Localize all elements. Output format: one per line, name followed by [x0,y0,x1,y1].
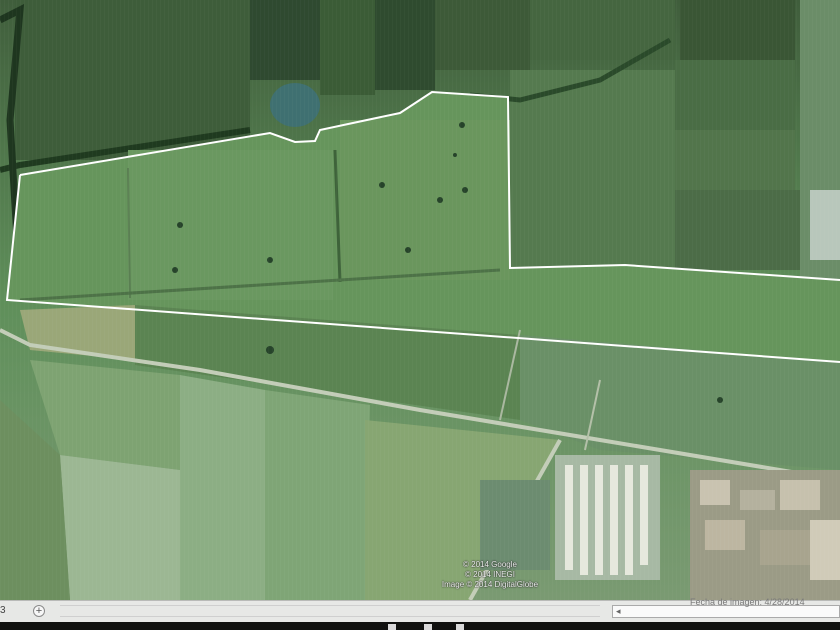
screen-texture [0,0,840,600]
credit-line: Image © 2014 DigitalGlobe [441,580,539,589]
scroll-left-icon[interactable]: ◂ [616,606,621,617]
screenshot: © 2014 Google © 2014 INEGI Image © 2014 … [0,0,840,630]
scroll-track[interactable] [60,605,600,617]
credit-line: © 2014 Google [463,560,517,569]
imagery-credits: © 2014 Google © 2014 INEGI Image © 2014 … [430,560,550,590]
credit-line: © 2014 INEGI [465,570,515,579]
status-text: Fecha de imagen: 4/28/2014 [690,597,805,607]
page-number: 3 [0,605,6,616]
taskbar-icon[interactable] [388,624,396,630]
taskbar [0,622,840,630]
search-icon[interactable] [456,624,464,630]
status-bar: 3 + ◂ Fecha de imagen: 4/28/2014 [0,597,840,623]
zoom-in-icon[interactable]: + [33,605,45,617]
satellite-map[interactable] [0,0,840,600]
taskbar-icon[interactable] [424,624,432,630]
